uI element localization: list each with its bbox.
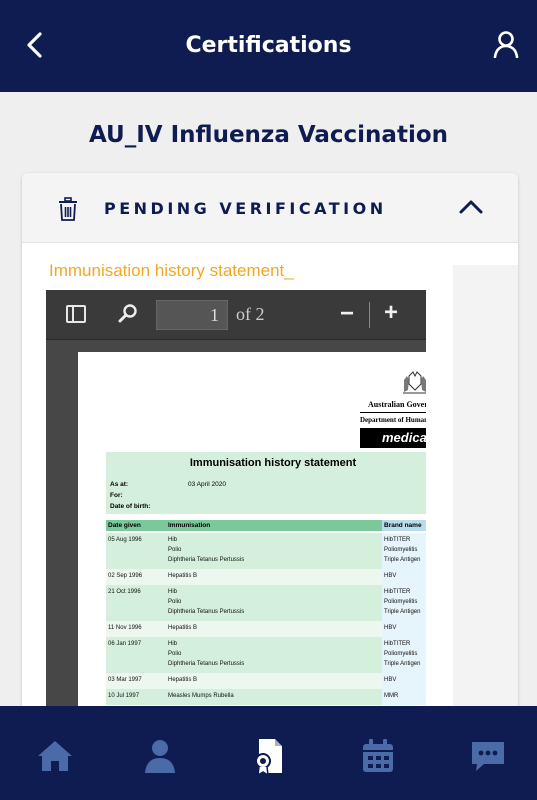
- calendar-icon[interactable]: [358, 736, 398, 776]
- statement-header: Immunisation history statement As at: 03…: [106, 452, 426, 514]
- immunisation-cell: Hib: [168, 537, 178, 543]
- as-at-value: 03 April 2020: [188, 481, 226, 488]
- immunisation-cell: Diphtheria Tetanus Pertussis: [168, 609, 245, 615]
- brand-cell: HBV: [384, 573, 397, 579]
- immunisation-cell: Polio: [168, 547, 182, 553]
- column-header-immunisation: Immunisation: [166, 520, 382, 531]
- immunisation-cell: Hepatitis B: [168, 573, 198, 579]
- department-name: Department of Human: [360, 416, 426, 424]
- table-row: 10 Jul 1997 Measles Mumps Rubella MMR: [106, 689, 426, 705]
- date-cell: 02 Sep 1996: [108, 573, 143, 579]
- table-row: 02 Sep 1996 Hepatitis B HBV: [106, 569, 426, 585]
- brand-cell: Poliomyelitis: [384, 651, 418, 657]
- immunisation-cell: Hib: [168, 641, 178, 647]
- date-cell: 03 Mar 1997: [108, 677, 142, 683]
- for-label: For:: [110, 492, 123, 499]
- dob-label: Date of birth:: [110, 503, 151, 510]
- table-row: 21 Oct 1996 Hib Polio Diphtheria Tetanus Pe…: [106, 585, 426, 621]
- brand-cell: MMR: [384, 693, 399, 699]
- user-icon[interactable]: [493, 30, 519, 58]
- date-cell: 06 Jan 1997: [108, 641, 142, 647]
- date-cell: 05 Aug 1996: [108, 537, 142, 543]
- column-header-brand: Brand name: [382, 520, 426, 531]
- zoom-in-button[interactable]: +: [384, 301, 398, 325]
- date-cell: 11 Nov 1996: [108, 625, 142, 631]
- immunisation-cell: Hepatitis B: [168, 677, 198, 683]
- immunisation-cell: Measles Mumps Rubella: [168, 693, 234, 699]
- brand-cell: Poliomyelitis: [384, 599, 418, 605]
- zoom-out-button[interactable]: −: [340, 302, 354, 326]
- page-total: of 2: [236, 304, 265, 324]
- date-cell: 10 Jul 1997: [108, 693, 140, 699]
- brand-cell: HibTITER: [384, 589, 411, 595]
- coat-of-arms-icon: [403, 371, 426, 394]
- app-header: Certifications: [0, 0, 537, 92]
- status-label: PENDING VERIFICATION: [104, 199, 387, 218]
- home-icon[interactable]: [35, 736, 75, 776]
- certificate-icon[interactable]: [249, 736, 289, 776]
- brand-cell: HibTITER: [384, 537, 411, 543]
- bottom-tab-bar: [0, 706, 537, 800]
- brand-cell: HBV: [384, 625, 397, 631]
- chevron-up-icon[interactable]: [458, 197, 484, 215]
- sidebar-toggle-icon[interactable]: [66, 305, 86, 323]
- brand-cell: Poliomyelitis: [384, 547, 418, 553]
- table-header: Date given Immunisation Brand name: [106, 520, 426, 531]
- profile-icon[interactable]: [140, 736, 180, 776]
- immunisation-table: Date given Immunisation Brand name 05 Au…: [106, 520, 426, 713]
- immunisation-cell: Diphtheria Tetanus Pertussis: [168, 661, 245, 667]
- header-rule: [360, 412, 426, 413]
- table-row: 06 Jan 1997 Hib Polio Diphtheria Tetanus Pe…: [106, 637, 426, 673]
- chat-icon[interactable]: [468, 736, 508, 776]
- medicare-logo: medicare: [360, 428, 426, 448]
- brand-cell: Triple Antigen: [384, 557, 421, 563]
- pdf-toolbar: 1 of 2 − +: [46, 290, 426, 340]
- pdf-page: Australian Gover Department of Human med…: [78, 352, 426, 713]
- table-row: 03 Mar 1997 Hepatitis B HBV: [106, 673, 426, 689]
- immunisation-cell: Hib: [168, 589, 178, 595]
- document-title[interactable]: Immunisation history statement_: [49, 261, 294, 281]
- immunisation-cell: Diphtheria Tetanus Pertussis: [168, 557, 245, 563]
- card-header[interactable]: PENDING VERIFICATION: [22, 173, 518, 243]
- date-cell: 21 Oct 1996: [108, 589, 141, 595]
- page-title: AU_IV Influenza Vaccination: [88, 122, 449, 148]
- table-row: 11 Nov 1996 Hepatitis B HBV: [106, 621, 426, 637]
- immunisation-cell: Polio: [168, 599, 182, 605]
- brand-cell: HibTITER: [384, 641, 411, 647]
- immunisation-cell: Polio: [168, 651, 182, 657]
- toolbar-divider: [369, 302, 370, 328]
- table-row: 05 Aug 1996 Hib Polio Diphtheria Tetanus Pe…: [106, 533, 426, 569]
- brand-cell: Triple Antigen: [384, 661, 421, 667]
- column-header-date: Date given: [106, 520, 166, 531]
- immunisation-cell: Hepatitis B: [168, 625, 198, 631]
- search-icon[interactable]: [118, 303, 138, 323]
- as-at-label: As at:: [110, 481, 129, 488]
- statement-title: Immunisation history statement: [189, 457, 357, 469]
- pdf-viewer[interactable]: 1 of 2 − + Australian Gover Department o…: [46, 290, 426, 713]
- brand-cell: HBV: [384, 677, 397, 683]
- gov-name: Australian Gover: [368, 400, 426, 409]
- page-number-input[interactable]: 1: [156, 300, 228, 330]
- certification-card: PENDING VERIFICATION Immunisation histor…: [22, 173, 518, 713]
- header-title: Certifications: [185, 33, 352, 58]
- trash-icon[interactable]: [58, 197, 78, 221]
- side-panel: [453, 265, 518, 713]
- brand-cell: Triple Antigen: [384, 609, 421, 615]
